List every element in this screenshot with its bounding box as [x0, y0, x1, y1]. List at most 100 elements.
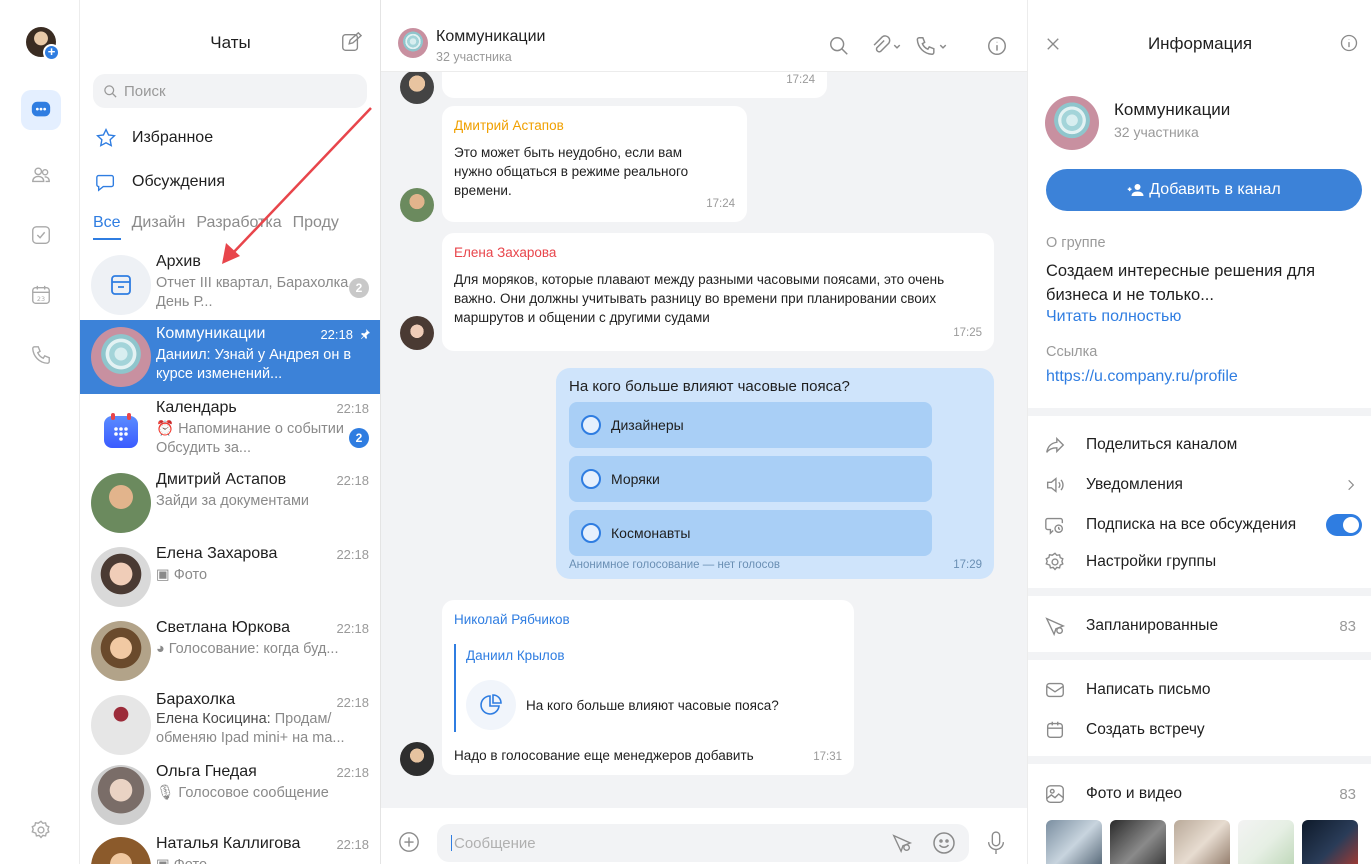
call-icon[interactable]	[914, 35, 950, 57]
calendar-icon: 23	[32, 285, 50, 304]
media-thumbnail[interactable]	[1302, 820, 1358, 864]
tab-development[interactable]: Разработка	[196, 214, 281, 232]
group-link[interactable]: https://u.company.ru/profile	[1046, 368, 1238, 386]
sender-avatar[interactable]	[400, 70, 434, 104]
rail-contacts-button[interactable]	[21, 155, 61, 195]
chat-preview: Елена Косицина: Продам/ обменяю Ipad min…	[156, 710, 362, 748]
favorites-item[interactable]: Избранное	[95, 127, 213, 149]
media-thumbnail[interactable]	[1046, 820, 1102, 864]
rail-calendar-button[interactable]: 23	[21, 275, 61, 315]
subscribe-toggle[interactable]	[1326, 514, 1362, 536]
chat-item-archive[interactable]: Архив Отчет III квартал, Барахолка, День…	[80, 248, 380, 322]
compose-icon[interactable]	[340, 31, 362, 53]
rail-chats-button[interactable]	[21, 90, 61, 130]
sender-avatar[interactable]	[400, 316, 434, 350]
media-thumbnail[interactable]	[1238, 820, 1294, 864]
media-row[interactable]: Фото и видео 83	[1028, 774, 1371, 814]
elena-avatar	[91, 547, 151, 607]
chat-time: 22:18	[336, 473, 369, 488]
search-icon[interactable]	[828, 35, 850, 57]
tab-all[interactable]: Все	[93, 214, 121, 240]
microphone-icon[interactable]	[985, 830, 1007, 856]
chat-item-baraholka[interactable]: Барахолка 22:18 Елена Косицина: Продам/ …	[80, 688, 380, 762]
chat-bubble-icon	[31, 101, 51, 117]
chat-preview: ⏰ Напоминание о событии Обсудить за...	[156, 421, 345, 456]
chat-name: Коммуникации	[156, 325, 266, 342]
message-text: Надо в голосование еще менеджеров добави…	[454, 748, 754, 763]
tasks-checkbox-icon	[32, 226, 50, 244]
chat-item-natalia[interactable]: Наталья Каллигова 22:18 ▣ Фото	[80, 830, 380, 864]
group-settings-row[interactable]: Настройки группы	[1028, 542, 1371, 582]
message-author[interactable]: Дмитрий Астапов	[454, 116, 735, 135]
chat-name: Елена Захарова	[156, 545, 278, 562]
group-avatar[interactable]	[398, 28, 428, 58]
poll-option-designers[interactable]: Дизайнеры	[569, 402, 932, 448]
chat-item-calendar[interactable]: Календарь 22:18 ⏰ Напоминание о событии …	[80, 394, 380, 468]
notifications-label: Уведомления	[1086, 476, 1183, 493]
media-thumbnail[interactable]	[1174, 820, 1230, 864]
calendar-app-icon	[104, 413, 138, 448]
chat-preview: ▣ Фото	[156, 856, 362, 864]
conversation-title[interactable]: Коммуникации	[436, 28, 545, 46]
poll-option-sailors[interactable]: Моряки	[569, 456, 932, 502]
dmitry-avatar	[91, 473, 151, 533]
chat-preview: Отчет III квартал, Барахолка, День Р...	[156, 275, 353, 310]
scheduled-row[interactable]: Запланированные 83	[1028, 606, 1371, 646]
tab-design[interactable]: Дизайн	[132, 214, 186, 232]
add-to-channel-button[interactable]: Добавить в канал	[1046, 169, 1362, 211]
chat-item-dmitry[interactable]: Дмитрий Астапов 22:18 Зайди за документа…	[80, 466, 380, 540]
info-icon[interactable]	[1339, 33, 1359, 53]
info-icon[interactable]	[986, 35, 1008, 57]
chat-item-communications[interactable]: Коммуникации 22:18 Даниил: Узнай у Андре…	[80, 320, 380, 394]
message-author[interactable]: Елена Захарова	[454, 243, 982, 262]
search-input[interactable]: Поиск	[93, 74, 367, 108]
add-attachment-icon[interactable]	[398, 831, 420, 853]
tab-product[interactable]: Проду	[293, 214, 339, 232]
chat-name: Светлана Юркова	[156, 619, 290, 636]
discussions-item[interactable]: Обсуждения	[95, 171, 225, 193]
notifications-row[interactable]: Уведомления	[1028, 465, 1371, 505]
chat-item-svetlana[interactable]: Светлана Юркова 22:18 ◕ Голосование: ког…	[80, 614, 380, 688]
schedule-send-icon[interactable]	[891, 832, 913, 854]
favorites-label: Избранное	[132, 129, 214, 146]
write-email-row[interactable]: Написать письмо	[1028, 670, 1371, 710]
group-avatar[interactable]	[1045, 96, 1099, 150]
message-elena: Елена Захарова Для моряков, которые плав…	[442, 233, 994, 351]
archive-avatar	[91, 255, 151, 315]
quoted-author: Даниил Крылов	[466, 648, 565, 663]
chat-preview: 🎙 Голосовое сообщение	[156, 785, 329, 801]
baraholka-avatar	[91, 695, 151, 755]
subscribe-all-row[interactable]: Подписка на все обсуждения	[1028, 505, 1371, 545]
create-meeting-label: Создать встречу	[1086, 721, 1205, 738]
quoted-message[interactable]: Даниил Крылов На кого больше влияют часо…	[454, 644, 842, 732]
chat-item-olga[interactable]: Ольга Гнедая 22:18 🎙 Голосовое сообщение	[80, 758, 380, 832]
rail-tasks-button[interactable]	[21, 215, 61, 255]
sender-avatar[interactable]	[400, 742, 434, 776]
about-label: О группе	[1046, 235, 1106, 251]
radio-icon	[581, 523, 601, 543]
about-text: Создаем интересные решения для бизнеса и…	[1046, 262, 1316, 304]
scheduled-send-icon	[1045, 617, 1066, 637]
poll-option-cosmonauts[interactable]: Космонавты	[569, 510, 932, 556]
add-account-icon[interactable]: +	[43, 44, 60, 61]
chat-preview: ▣ Фото	[156, 567, 208, 583]
my-avatar[interactable]: +	[26, 27, 60, 61]
media-thumbnail[interactable]	[1110, 820, 1166, 864]
photo-icon	[1046, 785, 1064, 803]
sender-avatar[interactable]	[400, 188, 434, 222]
chat-name: Барахолка	[156, 691, 236, 708]
poll-footer: Анонимное голосование — нет голосов	[569, 559, 780, 571]
rail-calls-button[interactable]	[21, 335, 61, 375]
message-input[interactable]: Сообщение	[437, 824, 969, 862]
emoji-icon[interactable]	[932, 831, 956, 855]
chat-item-elena[interactable]: Елена Захарова 22:18 ▣ Фото	[80, 540, 380, 614]
chats-title: Чаты	[210, 33, 251, 52]
message-author[interactable]: Николай Рябчиков	[454, 610, 842, 629]
chat-name: Дмитрий Астапов	[156, 471, 287, 488]
read-more-link[interactable]: Читать полностью	[1046, 308, 1181, 326]
create-meeting-row[interactable]: Создать встречу	[1028, 710, 1371, 750]
attachment-icon[interactable]	[868, 35, 904, 57]
share-channel-row[interactable]: Поделиться каналом	[1028, 425, 1371, 465]
add-button-label: Добавить в канал	[1149, 181, 1281, 198]
rail-settings-button[interactable]	[21, 810, 61, 850]
